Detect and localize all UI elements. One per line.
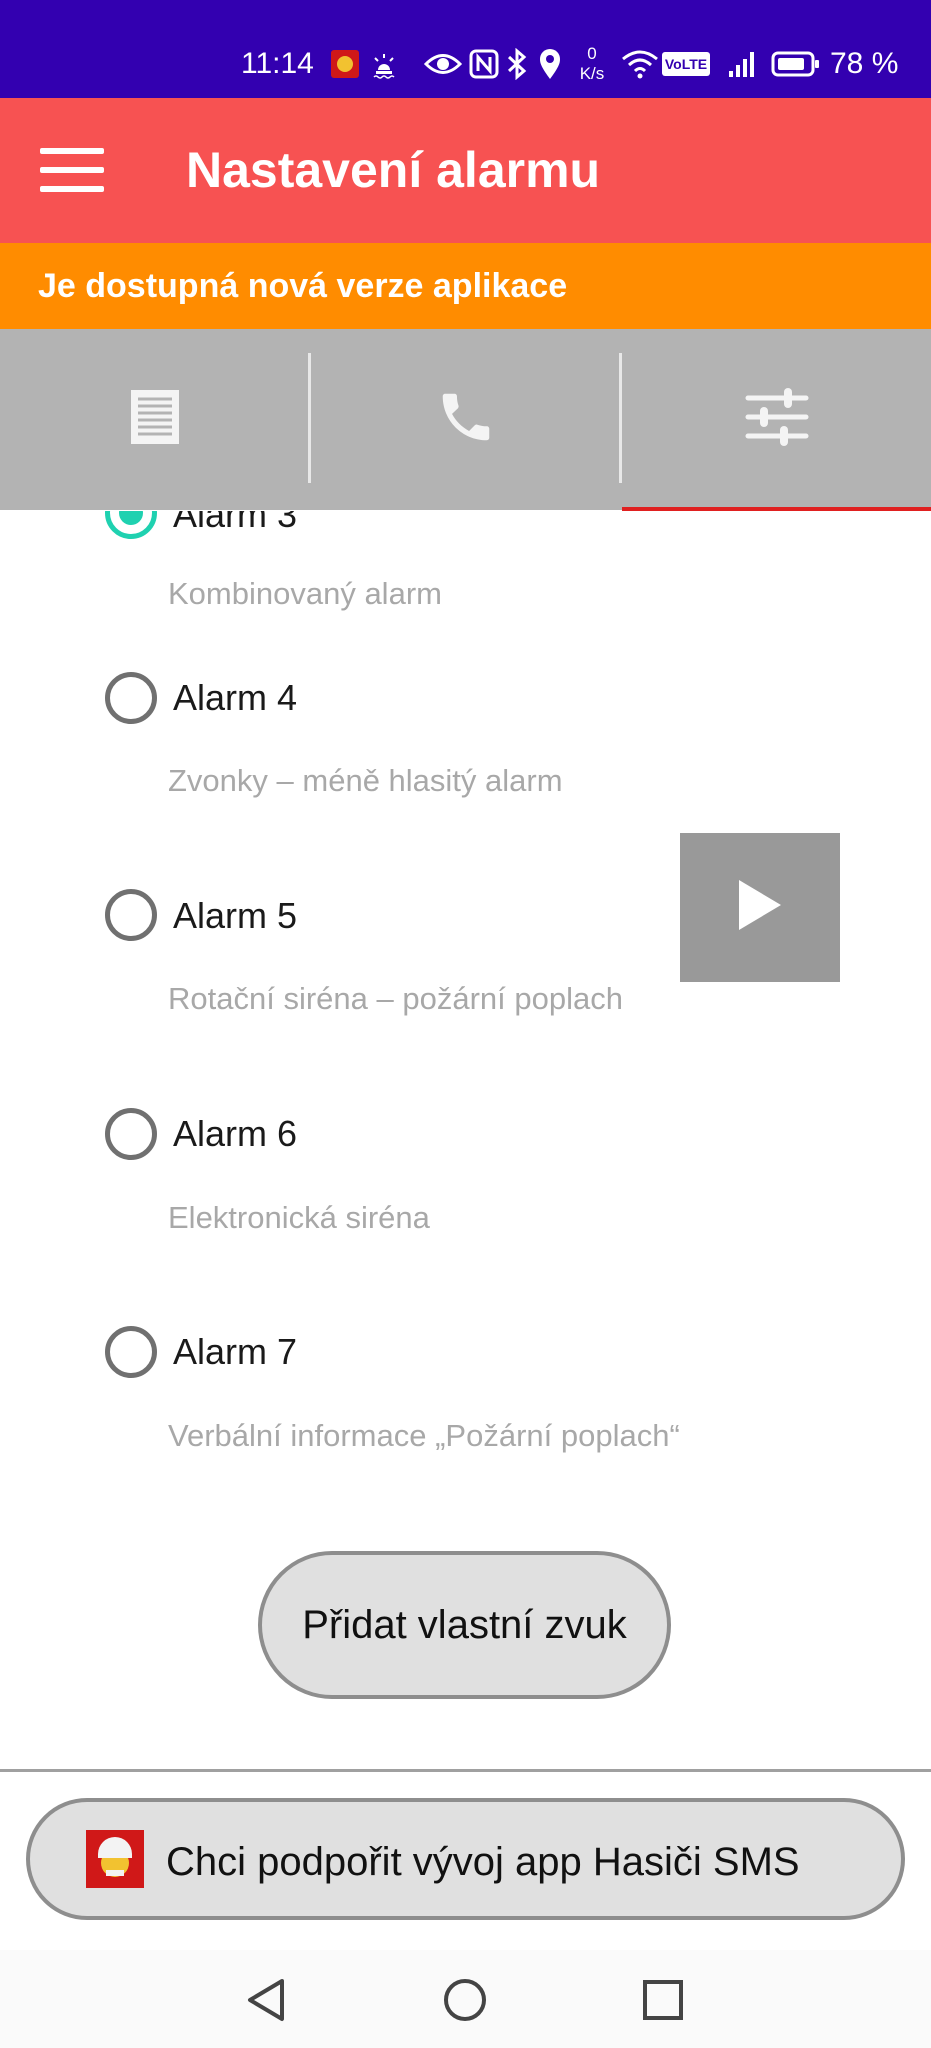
alarm-description: Verbální informace „Požární poplach“ xyxy=(168,1418,680,1453)
back-icon[interactable] xyxy=(234,1968,298,2032)
sliders-icon xyxy=(744,384,810,455)
status-bar: 11:14 0 K/s VoLTE 78 % xyxy=(0,0,931,98)
page-title: Nastavení alarmu xyxy=(186,142,601,198)
home-icon[interactable] xyxy=(433,1968,497,2032)
alarm-label: Alarm 4 xyxy=(173,677,298,718)
support-button-label: Chci podpořit vývoj app Hasiči SMS xyxy=(166,1840,800,1884)
alarm-label: Alarm 5 xyxy=(173,895,298,936)
support-development-button[interactable]: Chci podpořit vývoj app Hasiči SMS xyxy=(26,1798,905,1920)
radio-button[interactable] xyxy=(105,672,157,724)
phone-icon xyxy=(435,386,497,453)
battery-percent: 78 % xyxy=(830,47,899,80)
signal-icon xyxy=(726,46,760,82)
location-icon xyxy=(536,46,564,82)
network-speed: 0 K/s xyxy=(579,44,605,83)
hasici-sms-logo-icon xyxy=(86,1830,144,1888)
alarm-description: Kombinovaný alarm xyxy=(168,576,442,611)
tab-bar xyxy=(0,329,931,510)
tab-settings[interactable] xyxy=(622,329,931,510)
radio-button[interactable] xyxy=(105,889,157,941)
eye-icon xyxy=(424,46,462,82)
nfc-icon xyxy=(468,46,500,82)
wifi-icon xyxy=(620,46,660,82)
document-icon xyxy=(130,389,180,450)
bluetooth-icon xyxy=(504,46,530,82)
tab-phone[interactable] xyxy=(311,329,621,510)
recents-icon[interactable] xyxy=(631,1968,695,2032)
app-notification-icon xyxy=(330,46,360,82)
radio-button[interactable] xyxy=(105,1326,157,1378)
alarm-description: Zvonky – méně hlasitý alarm xyxy=(168,763,563,798)
status-time: 11:14 xyxy=(241,47,314,80)
hamburger-menu-icon[interactable] xyxy=(40,148,104,192)
update-banner-text: Je dostupná nová verze aplikace xyxy=(38,267,568,305)
alarm-label: Alarm 6 xyxy=(173,1113,298,1154)
update-banner[interactable]: Je dostupná nová verze aplikace xyxy=(0,243,931,329)
volte-icon: VoLTE xyxy=(661,46,711,82)
play-icon xyxy=(735,878,785,937)
alarm-label: Alarm 7 xyxy=(173,1331,298,1372)
battery-icon xyxy=(770,46,822,82)
play-button[interactable] xyxy=(680,833,840,982)
radio-button-selected[interactable] xyxy=(105,511,157,539)
alarm-description: Elektronická siréna xyxy=(168,1200,430,1235)
radio-button[interactable] xyxy=(105,1108,157,1160)
system-nav-bar xyxy=(0,1950,931,2048)
alarm-light-icon xyxy=(368,46,400,82)
tab-documents[interactable] xyxy=(0,329,310,510)
alarm-description: Rotační siréna – požární poplach xyxy=(168,981,623,1016)
alarm-label: Alarm 3 xyxy=(173,511,298,535)
add-custom-sound-button[interactable]: Přidat vlastní zvuk xyxy=(258,1551,671,1699)
alarm-list[interactable]: Alarm 3 Kombinovaný alarm Alarm 4 Zvonky… xyxy=(0,511,931,1771)
